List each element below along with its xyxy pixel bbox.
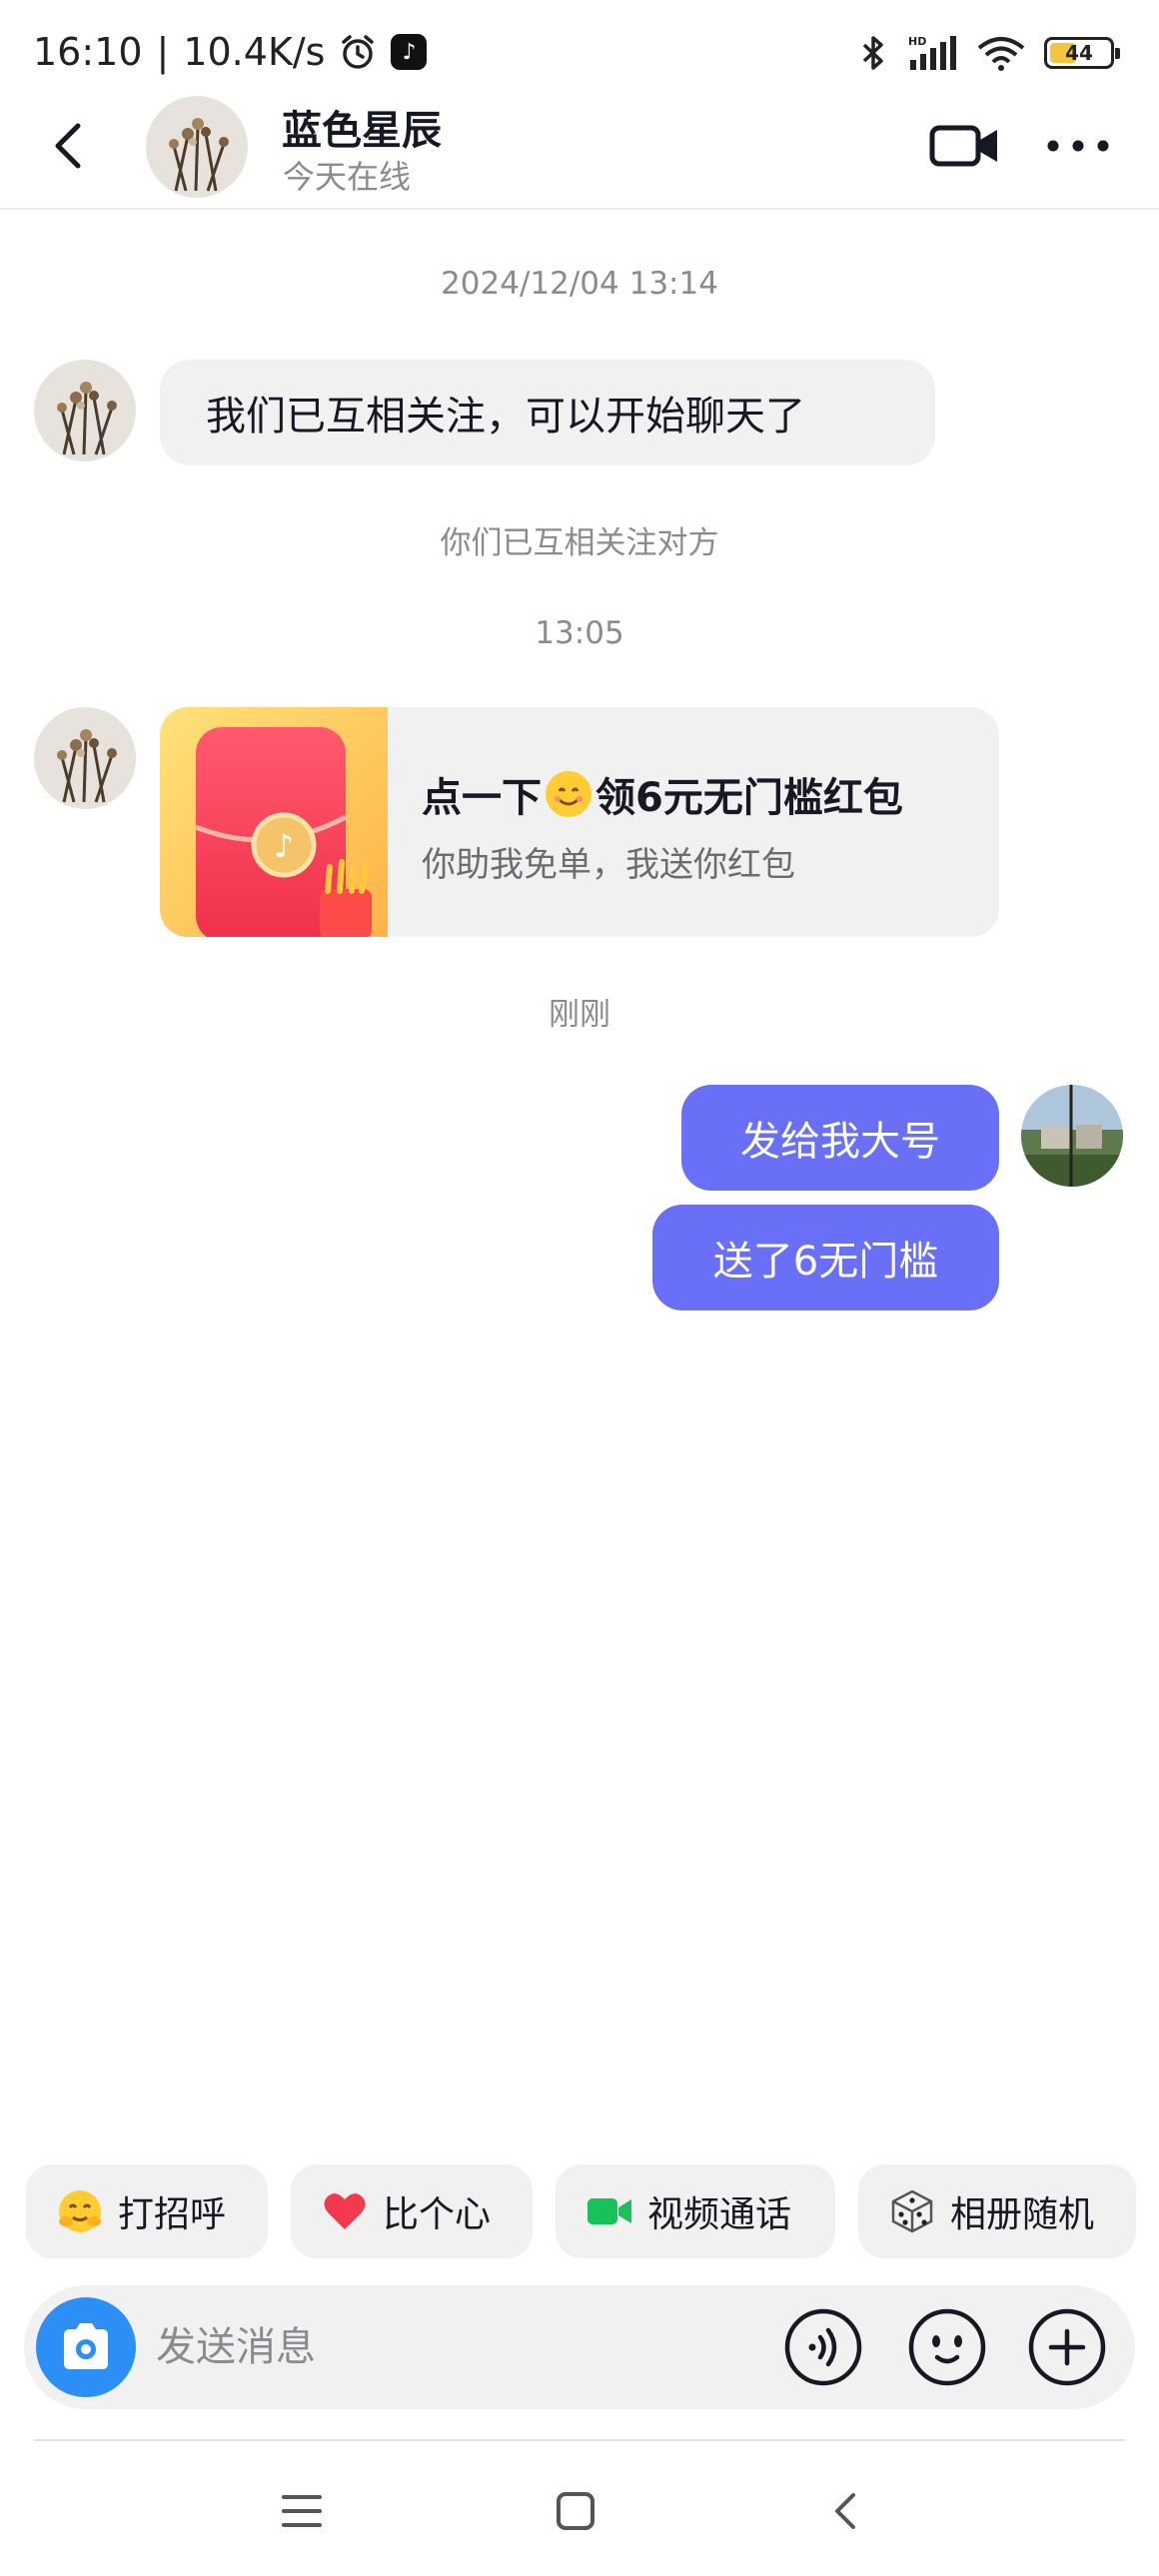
message-bubble[interactable]: 我们已互相关注，可以开始聊天了 — [160, 360, 935, 465]
back-button[interactable] — [40, 116, 100, 176]
status-net-speed: 10.4K/s — [183, 30, 326, 74]
my-avatar[interactable] — [1021, 1085, 1123, 1187]
status-left: 16:10 | 10.4K/s ♪ — [33, 30, 428, 74]
dried-flowers-avatar-image — [146, 96, 248, 198]
camera-icon — [64, 2323, 108, 2369]
voice-message-button[interactable] — [783, 2307, 863, 2387]
hug-emoji-icon — [56, 2187, 104, 2235]
menu-nav-button[interactable] — [262, 2481, 342, 2541]
red-packet-title-part1: 点一下 — [422, 775, 542, 821]
more-options-button[interactable] — [1043, 118, 1113, 174]
landscape-avatar-image — [1021, 1085, 1123, 1187]
back-nav-button[interactable] — [807, 2481, 887, 2541]
dried-flowers-avatar-image — [34, 707, 136, 809]
battery-indicator: 44 — [1044, 37, 1120, 69]
svg-text:HD: HD — [908, 35, 926, 48]
red-packet-card[interactable]: ♪ 点一下 领6元无门槛红包 你助我免单，我送你红包 — [160, 707, 999, 937]
status-separator: | — [156, 30, 170, 74]
wifi-icon — [977, 37, 1025, 71]
video-call-icon — [585, 2187, 633, 2235]
quick-action-greet[interactable]: 打招呼 — [26, 2164, 268, 2258]
battery-tip — [1115, 48, 1120, 59]
quick-action-random-album[interactable]: 相册随机 — [858, 2164, 1136, 2258]
contact-online-status: 今天在线 — [283, 158, 412, 196]
message-input-bar — [24, 2285, 1135, 2409]
contact-name: 蓝色星辰 — [282, 108, 442, 154]
douyin-app-icon: ♪ — [391, 34, 428, 70]
smile-emoji-icon — [546, 771, 591, 817]
chat-timestamp: 2024/12/04 13:14 — [441, 266, 718, 302]
camera-button[interactable] — [36, 2297, 136, 2397]
message-input[interactable] — [156, 2313, 715, 2381]
quick-action-label: 比个心 — [383, 2194, 492, 2235]
video-call-button[interactable] — [929, 118, 1001, 174]
dice-icon — [888, 2187, 936, 2235]
dried-flowers-avatar-image — [34, 360, 136, 461]
red-packet-title: 点一下 领6元无门槛红包 — [422, 765, 903, 823]
emoji-button[interactable] — [907, 2307, 987, 2387]
battery-level: 44 — [1065, 41, 1093, 65]
red-packet-title-part2: 领6元无门槛红包 — [595, 775, 903, 821]
alarm-icon — [342, 35, 375, 69]
chat-timestamp: 刚刚 — [549, 997, 610, 1033]
home-nav-button[interactable] — [536, 2481, 615, 2541]
red-packet-subtitle: 你助我免单，我送你红包 — [422, 845, 795, 885]
system-notice: 你们已互相关注对方 — [440, 525, 719, 561]
contact-message-avatar[interactable] — [34, 360, 136, 461]
status-right: HD 44 — [858, 34, 1120, 72]
contact-message-avatar[interactable] — [34, 707, 136, 809]
chat-timestamp: 13:05 — [535, 615, 624, 651]
quick-action-video-call[interactable]: 视频通话 — [556, 2164, 835, 2258]
status-bar: 16:10 | 10.4K/s ♪ HD 44 — [0, 0, 1159, 100]
quick-action-label: 相册随机 — [950, 2194, 1095, 2235]
quick-action-label: 打招呼 — [118, 2194, 227, 2235]
my-message-bubble[interactable]: 送了6无门槛 — [652, 1205, 999, 1310]
quick-action-label: 视频通话 — [647, 2194, 792, 2235]
chat-header: 蓝色星辰 今天在线 — [0, 90, 1159, 210]
quick-action-heart[interactable]: 比个心 — [291, 2164, 533, 2258]
my-message-bubble[interactable]: 发给我大号 — [681, 1085, 999, 1191]
status-time: 16:10 — [33, 30, 143, 74]
heart-icon — [321, 2187, 369, 2235]
nav-divider — [34, 2439, 1125, 2441]
svg-text:♪: ♪ — [274, 827, 294, 865]
red-packet-thumbnail: ♪ — [160, 707, 388, 937]
add-more-button[interactable] — [1027, 2307, 1107, 2387]
contact-avatar[interactable] — [146, 96, 248, 198]
bluetooth-icon — [862, 36, 883, 70]
signal-icon: HD — [908, 35, 956, 70]
